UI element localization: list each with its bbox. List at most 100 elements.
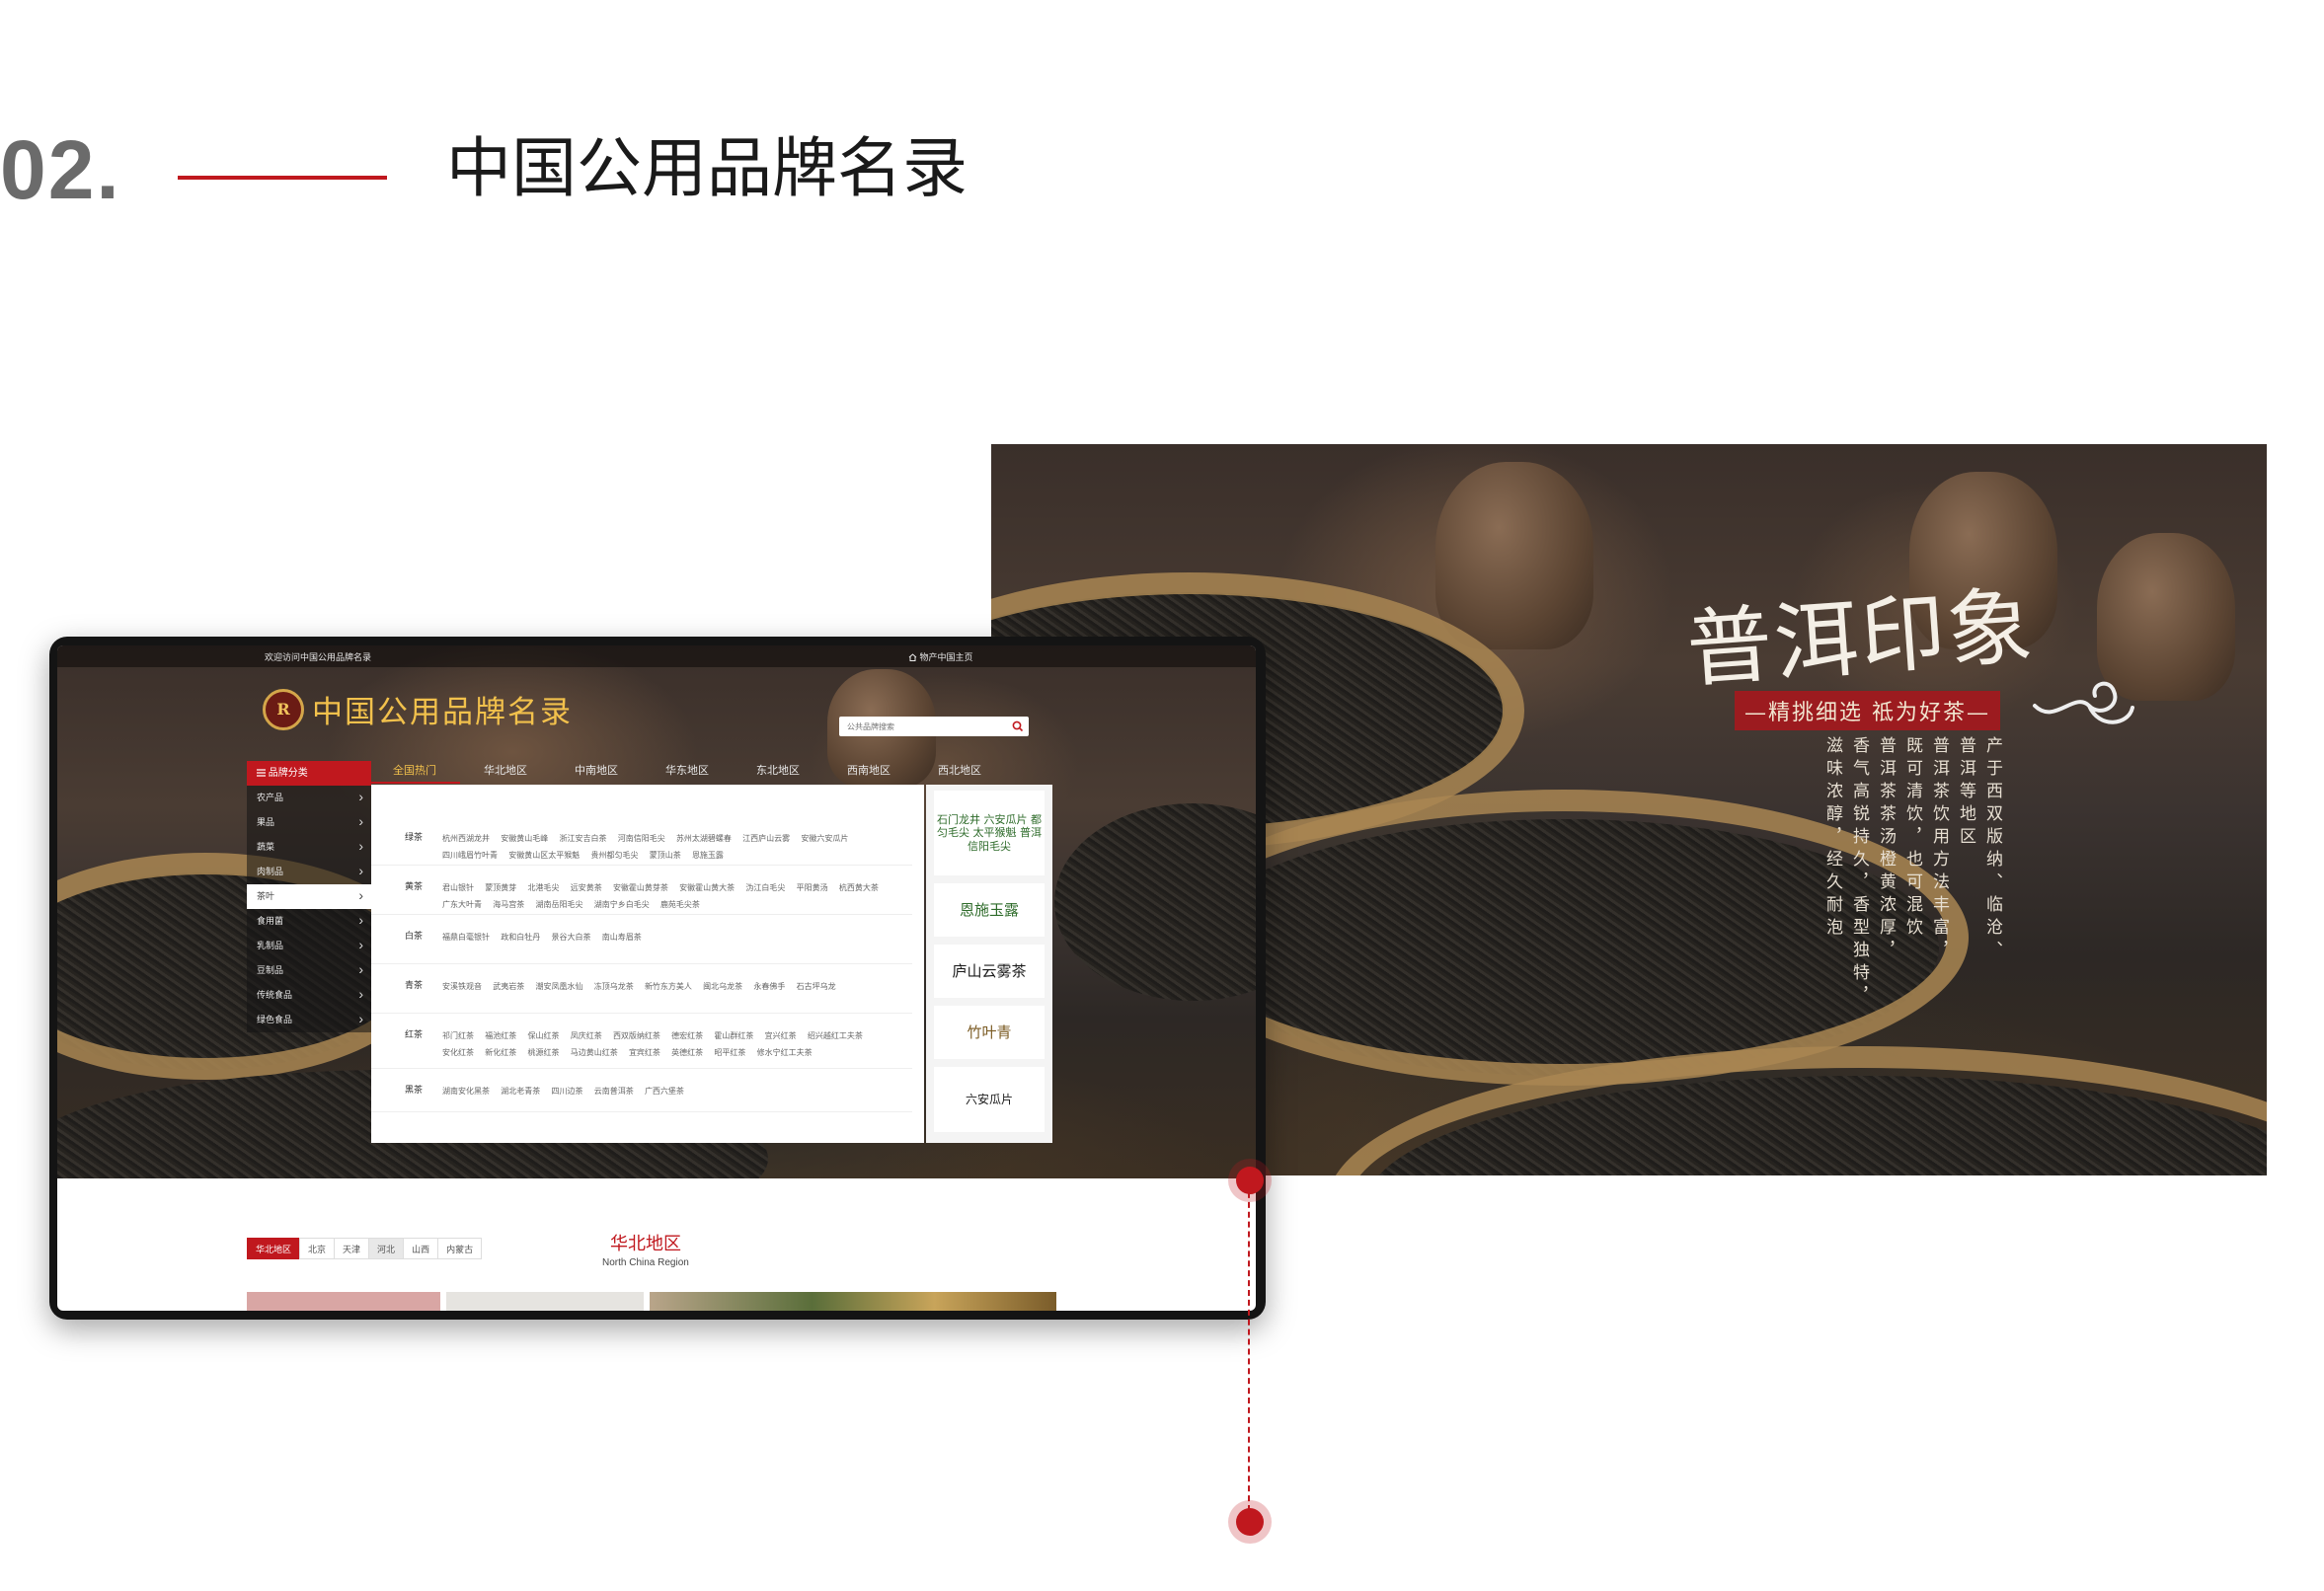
nav-item-northwest[interactable]: 西北地区 (914, 762, 1005, 784)
tea-brand-link[interactable]: 湖南安化黑茶 (442, 1087, 490, 1096)
nav-item-southwest[interactable]: 西南地区 (823, 762, 914, 784)
tea-brand-link[interactable]: 马边黄山红茶 (571, 1048, 618, 1057)
nav-item-north[interactable]: 华北地区 (460, 762, 551, 784)
tea-brand-link[interactable]: 蒙顶山茶 (650, 851, 681, 860)
tea-brand-link[interactable]: 福鼎白毫银针 (442, 933, 490, 942)
tea-brand-link[interactable]: 杭西黄大茶 (839, 883, 879, 892)
brand-logo-tile[interactable]: 庐山云雾茶 (934, 945, 1045, 998)
tea-brand-link[interactable]: 景谷大白茶 (551, 933, 590, 942)
tea-brand-link[interactable]: 恩施玉露 (692, 851, 724, 860)
tea-brand-link[interactable]: 霍山群红茶 (714, 1031, 753, 1040)
tea-brand-link[interactable]: 四川峨眉竹叶青 (442, 851, 498, 860)
product-image[interactable] (446, 1292, 644, 1311)
tea-brand-link[interactable]: 昭平红茶 (714, 1048, 745, 1057)
tea-category-row: 黑茶 湖南安化黑茶 湖北老青茶 四川边茶 云南普洱茶 广西六堡茶 (371, 1083, 912, 1112)
category-menu-head: 品牌分类 (247, 761, 371, 786)
nav-item-central-south[interactable]: 中南地区 (551, 762, 642, 784)
brand-logo-tile[interactable]: 石门龙井 六安瓜片 都匀毛尖 太平猴魁 普洱 信阳毛尖 (934, 791, 1045, 875)
category-menu: 品牌分类 农产品 果品 蔬菜 肉制品 茶叶 食用菌 乳制品 豆制品 传统食品 绿… (247, 761, 371, 1032)
tea-brand-link[interactable]: 桃源红茶 (527, 1048, 559, 1057)
tea-brand-link[interactable]: 安徽六安瓜片 (801, 834, 848, 843)
category-item-fungi[interactable]: 食用菌 (247, 908, 371, 934)
tea-brand-link[interactable]: 冻顶乌龙茶 (594, 982, 634, 991)
product-image[interactable] (247, 1292, 440, 1311)
tea-brand-link[interactable]: 鹿苑毛尖茶 (660, 900, 700, 909)
tea-brand-link[interactable]: 江西庐山云雾 (742, 834, 790, 843)
category-item-traditional[interactable]: 传统食品 (247, 982, 371, 1008)
tea-brand-link[interactable]: 沩江白毛尖 (745, 883, 785, 892)
tea-brand-link[interactable]: 新化红茶 (485, 1048, 516, 1057)
tea-brand-link[interactable]: 四川边茶 (551, 1087, 582, 1096)
category-item-vegetable[interactable]: 蔬菜 (247, 834, 371, 860)
category-item-soy[interactable]: 豆制品 (247, 957, 371, 983)
tea-brand-link[interactable]: 蒙顶黄芽 (485, 883, 516, 892)
tea-brand-link[interactable]: 湖南岳阳毛尖 (535, 900, 582, 909)
tea-brand-link[interactable]: 远安黄茶 (571, 883, 602, 892)
tea-brand-link[interactable]: 绍兴越红工夫茶 (808, 1031, 863, 1040)
search-icon[interactable] (1011, 720, 1025, 733)
home-link[interactable]: 物产中国主页 (908, 650, 973, 663)
tea-brand-link[interactable]: 安徽霍山黄芽茶 (613, 883, 668, 892)
tea-brand-link[interactable]: 浙江安吉白茶 (559, 834, 606, 843)
search-input[interactable] (839, 717, 1003, 737)
brand-logo-tile[interactable]: 竹叶青 (934, 1006, 1045, 1059)
tab-north-china[interactable]: 华北地区 (247, 1238, 301, 1259)
category-item-tea[interactable]: 茶叶 (247, 883, 371, 909)
tea-brand-link[interactable]: 君山银针 (442, 883, 474, 892)
tea-brand-link[interactable]: 永春佛手 (753, 982, 785, 991)
tea-brand-link[interactable]: 安徽霍山黄大茶 (679, 883, 735, 892)
category-item-agri[interactable]: 农产品 (247, 785, 371, 810)
tea-brand-link[interactable]: 云南普洱茶 (594, 1087, 634, 1096)
brand-logo-tile[interactable]: 恩施玉露 (934, 883, 1045, 937)
tea-brand-link[interactable]: 武夷岩茶 (493, 982, 524, 991)
tea-brand-link[interactable]: 河南信阳毛尖 (618, 834, 665, 843)
tea-brand-link[interactable]: 英德红茶 (671, 1048, 703, 1057)
tea-brand-link[interactable]: 新竹东方美人 (645, 982, 692, 991)
tea-brand-link[interactable]: 苏州太湖碧螺春 (676, 834, 732, 843)
category-item-meat[interactable]: 肉制品 (247, 859, 371, 884)
tea-brand-link[interactable]: 北港毛尖 (527, 883, 559, 892)
tea-brand-link[interactable]: 宜兴红茶 (765, 1031, 797, 1040)
tea-brand-link[interactable]: 闽北乌龙茶 (703, 982, 742, 991)
tab-tianjin[interactable]: 天津 (334, 1238, 370, 1259)
tea-brand-link[interactable]: 海马宫茶 (493, 900, 524, 909)
site-logo[interactable]: R 中国公用品牌名录 (263, 687, 573, 731)
brand-logo-tile[interactable]: 六安瓜片 (934, 1067, 1045, 1132)
category-item-green[interactable]: 绿色食品 (247, 1007, 371, 1032)
tea-brand-link[interactable]: 潮安凤凰水仙 (535, 982, 582, 991)
nav-item-hot[interactable]: 全国热门 (369, 762, 460, 784)
tea-brand-link[interactable]: 杭州西湖龙井 (442, 834, 490, 843)
tea-brand-link[interactable]: 宜宾红茶 (629, 1048, 660, 1057)
nav-item-east[interactable]: 华东地区 (642, 762, 733, 784)
connector-line (1248, 1182, 1250, 1511)
tea-brand-link[interactable]: 西双版纳红茶 (613, 1031, 660, 1040)
nav-item-northeast[interactable]: 东北地区 (733, 762, 823, 784)
tea-brand-link[interactable]: 广东大叶青 (442, 900, 482, 909)
tab-hebei[interactable]: 河北 (368, 1238, 405, 1259)
tea-brand-link[interactable]: 广西六堡茶 (645, 1087, 684, 1096)
tea-brand-link[interactable]: 石古坪乌龙 (797, 982, 836, 991)
tea-brand-link[interactable]: 安溪铁观音 (442, 982, 482, 991)
tea-brand-link[interactable]: 保山红茶 (527, 1031, 559, 1040)
tea-brand-link[interactable]: 修水宁红工夫茶 (757, 1048, 813, 1057)
product-image[interactable] (650, 1292, 1056, 1311)
tea-brand-link[interactable]: 安化红茶 (442, 1048, 474, 1057)
tea-brand-link[interactable]: 安徽黄山毛峰 (501, 834, 548, 843)
tea-brand-link[interactable]: 政和白牡丹 (501, 933, 540, 942)
tea-brand-link[interactable]: 贵州都匀毛尖 (590, 851, 638, 860)
tab-inner-mongolia[interactable]: 内蒙古 (437, 1238, 483, 1259)
tea-brand-link[interactable]: 凤庆红茶 (571, 1031, 602, 1040)
tea-brand-link[interactable]: 平阳黄汤 (797, 883, 828, 892)
category-item-dairy[interactable]: 乳制品 (247, 933, 371, 958)
tea-brand-link[interactable]: 湖南宁乡白毛尖 (594, 900, 650, 909)
tab-shanxi[interactable]: 山西 (403, 1238, 439, 1259)
tea-brand-link[interactable]: 祁门红茶 (442, 1031, 474, 1040)
tab-beijing[interactable]: 北京 (299, 1238, 336, 1259)
category-item-fruit[interactable]: 果品 (247, 809, 371, 835)
tea-brand-link[interactable]: 德宏红茶 (671, 1031, 703, 1040)
tea-brand-link[interactable]: 安徽黄山区太平猴魁 (508, 851, 580, 860)
tea-brand-link[interactable]: 福池红茶 (485, 1031, 516, 1040)
tea-brand-link[interactable]: 湖北老青茶 (501, 1087, 540, 1096)
tea-brand-link[interactable]: 南山寿眉茶 (602, 933, 642, 942)
logo-badge-icon: R (263, 688, 304, 730)
